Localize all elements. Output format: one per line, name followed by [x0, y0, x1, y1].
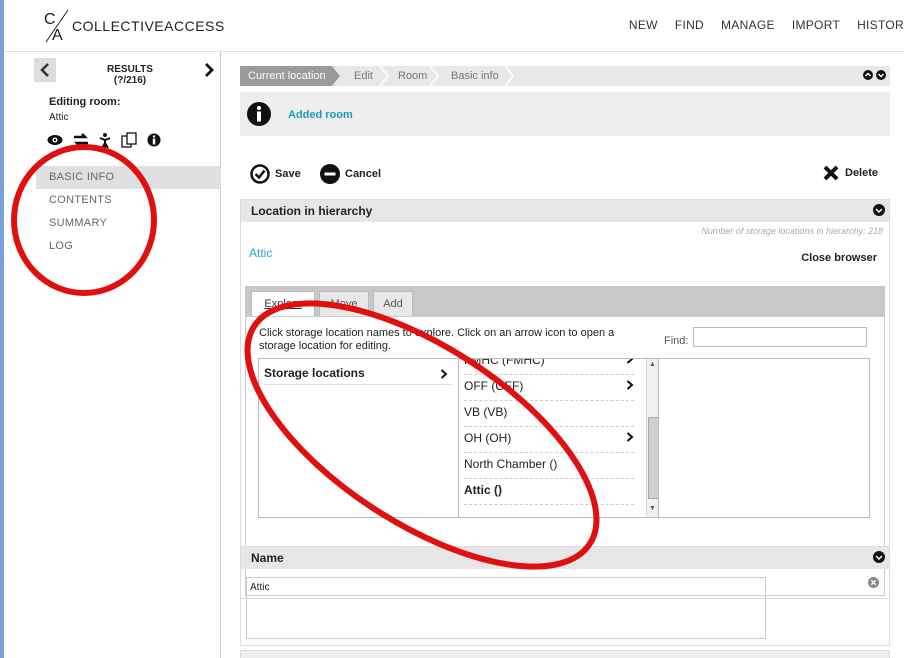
list-item[interactable]: OFF (OFF)	[464, 375, 634, 401]
sidebar-menu: BASIC INFO CONTENTS SUMMARY LOG	[36, 166, 221, 258]
duplicate-icon[interactable]	[121, 132, 137, 148]
next-result-button[interactable]	[198, 58, 220, 82]
breadcrumb-separator-icon	[430, 66, 439, 86]
breadcrumb-current-location[interactable]: Current location	[240, 66, 332, 86]
nav-manage[interactable]: MANAGE	[721, 18, 775, 32]
results-label[interactable]: RESULTS (?/216)	[100, 64, 160, 86]
browser-instructions: Click storage location names to explore.…	[259, 327, 615, 352]
chevron-right-icon[interactable]	[626, 359, 634, 364]
sidebar-item-contents[interactable]: CONTENTS	[36, 189, 221, 212]
browser-columns: Storage locations FMHC (FMHC) OFF (OFF) …	[258, 358, 870, 518]
hierarchy-title: Location in hierarchy	[251, 204, 373, 218]
browser-tabs: Explore Move Add	[245, 286, 885, 316]
list-item[interactable]: FMHC (FMHC)	[464, 359, 634, 375]
delete-button[interactable]: Delete	[822, 164, 878, 182]
eye-icon[interactable]	[47, 134, 63, 146]
tab-explore[interactable]: Explore	[251, 291, 315, 316]
logo-icon: C A	[44, 9, 69, 44]
editing-value: Attic	[49, 112, 69, 123]
cancel-button[interactable]: Cancel	[320, 164, 381, 184]
list-item[interactable]: North Chamber ()	[464, 453, 634, 479]
hierarchy-icon[interactable]	[99, 132, 111, 148]
breadcrumb-room[interactable]: Room	[398, 66, 427, 86]
results-count: (?/216)	[113, 75, 147, 86]
remove-icon[interactable]	[868, 577, 879, 588]
breadcrumb-controls	[863, 70, 886, 80]
editing-label: Editing room:	[49, 96, 121, 108]
results-title: RESULTS	[107, 64, 153, 75]
name-panel: Name Attic	[240, 546, 890, 646]
hierarchy-panel: Location in hierarchy Number of storage …	[240, 199, 890, 599]
edit-toolbar: Save Cancel Delete	[240, 160, 890, 190]
notice-box: Added room	[240, 92, 890, 136]
hierarchy-count: Number of storage locations in hierarchy…	[701, 226, 883, 236]
sidebar-tools	[47, 132, 161, 148]
list-item[interactable]: Attic ()	[464, 479, 634, 505]
sidebar-item-log[interactable]: LOG	[36, 235, 221, 258]
nav-find[interactable]: FIND	[675, 18, 704, 32]
find-input[interactable]	[693, 327, 867, 347]
expand-all-icon[interactable]	[876, 70, 886, 80]
previous-result-button[interactable]	[34, 58, 56, 82]
scroll-down-icon[interactable]: ▼	[649, 505, 656, 512]
browser-column-children: FMHC (FMHC) OFF (OFF) VB (VB) OH (OH) No…	[459, 359, 659, 517]
nav-import[interactable]: IMPORT	[792, 18, 840, 32]
tab-add[interactable]: Add	[373, 291, 413, 316]
list-item[interactable]: VB (VB)	[464, 401, 634, 427]
delete-label: Delete	[845, 167, 879, 179]
breadcrumb-separator-icon	[380, 66, 389, 86]
chevron-right-icon	[205, 63, 214, 77]
swap-icon[interactable]	[73, 133, 89, 147]
minus-circle-icon	[320, 164, 340, 184]
nav-new[interactable]: NEW	[629, 18, 658, 32]
breadcrumb-separator-icon	[332, 66, 340, 86]
find-label: Find:	[664, 335, 689, 347]
close-icon	[823, 165, 839, 181]
collapse-toggle-icon[interactable]	[873, 551, 885, 563]
info-icon[interactable]	[147, 133, 161, 147]
breadcrumb-edit[interactable]: Edit	[354, 66, 373, 86]
breadcrumb-separator-icon	[505, 66, 514, 86]
top-bar: C A COLLECTIVEACCESS NEW FIND MANAGE IMP…	[4, 0, 904, 52]
chevron-right-icon[interactable]	[626, 380, 634, 390]
scroll-thumb[interactable]	[648, 417, 658, 499]
hierarchy-panel-header[interactable]: Location in hierarchy	[241, 200, 889, 222]
hierarchy-current-location[interactable]: Attic	[249, 246, 272, 260]
name-panel-header[interactable]: Name	[241, 547, 889, 569]
svg-text:A: A	[52, 27, 63, 44]
tab-move[interactable]: Move	[319, 291, 369, 316]
top-nav: NEW FIND MANAGE IMPORT HISTOR	[629, 18, 904, 32]
collapse-toggle-icon[interactable]	[873, 204, 885, 216]
sidebar-item-summary[interactable]: SUMMARY	[36, 212, 221, 235]
chevron-left-icon	[40, 63, 49, 77]
chevron-right-icon[interactable]	[626, 432, 634, 442]
nav-history[interactable]: HISTOR	[857, 18, 904, 32]
cancel-label: Cancel	[345, 168, 382, 180]
save-label: Save	[275, 168, 301, 180]
chevron-right-icon[interactable]	[440, 369, 448, 379]
notice-message: Added room	[288, 109, 353, 121]
collapse-all-icon[interactable]	[863, 70, 873, 80]
breadcrumb-basic-info[interactable]: Basic info	[451, 66, 499, 86]
scroll-up-icon[interactable]: ▲	[649, 361, 656, 368]
app-logo-text: COLLECTIVEACCESS	[72, 18, 225, 34]
sidebar-item-basic-info[interactable]: BASIC INFO	[36, 166, 221, 189]
info-icon	[247, 102, 271, 126]
root-location-item[interactable]: Storage locations	[264, 363, 452, 385]
svg-text:C: C	[44, 11, 56, 28]
name-field[interactable]: Attic	[246, 577, 766, 639]
name-title: Name	[251, 551, 284, 565]
breadcrumb: Current location Edit Room Basic info	[240, 66, 890, 86]
browser-column-root: Storage locations	[259, 359, 459, 517]
list-item[interactable]: OH (OH)	[464, 427, 634, 453]
next-panel-header	[240, 650, 890, 658]
browser-scrollbar[interactable]: ▲ ▼	[646, 359, 658, 517]
check-circle-icon	[250, 164, 270, 184]
save-button[interactable]: Save	[250, 164, 301, 184]
close-browser-link[interactable]: Close browser	[801, 252, 877, 264]
